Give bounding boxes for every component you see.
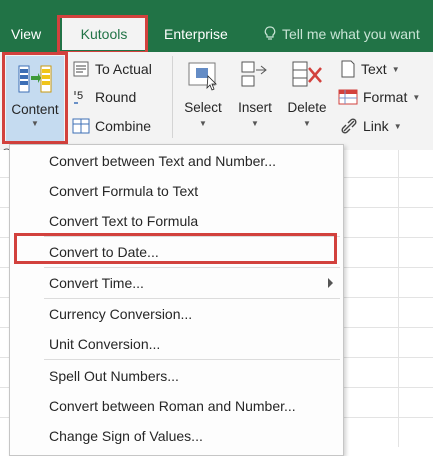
combine-button[interactable]: Combine bbox=[72, 117, 151, 135]
menu-item-convert-text-number[interactable]: Convert between Text and Number... bbox=[10, 146, 343, 176]
tab-enterprise[interactable]: Enterprise bbox=[164, 26, 228, 42]
delete-button[interactable]: Delete ▼ bbox=[284, 58, 330, 128]
tab-view[interactable]: View bbox=[11, 26, 41, 42]
chevron-down-icon: ▼ bbox=[391, 64, 400, 74]
chevron-down-icon: ▼ bbox=[412, 92, 421, 102]
link-button[interactable]: Link ▼ bbox=[340, 117, 402, 135]
select-button[interactable]: Select ▼ bbox=[180, 58, 226, 128]
format-table-icon bbox=[338, 89, 358, 105]
menu-item-spell-out-numbers[interactable]: Spell Out Numbers... bbox=[10, 361, 343, 391]
menu-separator bbox=[44, 359, 340, 360]
lightbulb-icon bbox=[264, 26, 276, 40]
menu-item-convert-time-label: Convert Time... bbox=[49, 275, 144, 291]
text-document-icon bbox=[341, 60, 355, 78]
combine-icon bbox=[72, 118, 90, 134]
tell-me-search[interactable]: Tell me what you want bbox=[264, 26, 420, 42]
chevron-down-icon: ▼ bbox=[251, 119, 259, 128]
grid-column-line bbox=[398, 150, 399, 447]
round-button[interactable]: 5 Round bbox=[72, 88, 136, 106]
menu-item-convert-to-date[interactable]: Convert to Date... bbox=[10, 237, 343, 267]
menu-item-convert-time[interactable]: Convert Time... bbox=[10, 268, 343, 298]
link-label: Link bbox=[363, 118, 389, 134]
insert-icon bbox=[241, 61, 267, 87]
kutools-ribbon: Content ▼ To Actual 5 Round Combine Sele… bbox=[0, 52, 433, 160]
submenu-arrow-icon bbox=[328, 278, 333, 288]
menu-item-formula-to-text[interactable]: Convert Formula to Text bbox=[10, 176, 343, 206]
to-actual-button[interactable]: To Actual bbox=[72, 60, 152, 78]
delete-label: Delete bbox=[287, 100, 327, 115]
delete-icon bbox=[292, 61, 322, 87]
menu-item-text-to-formula[interactable]: Convert Text to Formula bbox=[10, 206, 343, 236]
round-icon: 5 bbox=[74, 90, 83, 104]
content-dropdown-menu: Convert between Text and Number... Conve… bbox=[9, 144, 344, 456]
menu-item-roman-number[interactable]: Convert between Roman and Number... bbox=[10, 391, 343, 421]
select-range-icon bbox=[188, 62, 217, 91]
text-label: Text bbox=[361, 61, 387, 77]
tab-kutools-label: Kutools bbox=[80, 26, 128, 42]
ribbon-tab-bar: View Kutools Enterprise Tell me what you… bbox=[0, 0, 433, 52]
to-actual-icon bbox=[73, 61, 89, 77]
menu-item-currency-conversion[interactable]: Currency Conversion... bbox=[10, 299, 343, 329]
tab-kutools[interactable]: Kutools bbox=[62, 18, 146, 50]
combine-label: Combine bbox=[95, 118, 152, 134]
tell-me-text: Tell me what you want bbox=[282, 26, 420, 42]
ribbon-separator bbox=[172, 56, 173, 138]
insert-button[interactable]: Insert ▼ bbox=[232, 58, 278, 128]
format-label: Format bbox=[363, 89, 408, 105]
format-button[interactable]: Format ▼ bbox=[338, 88, 420, 106]
chevron-down-icon: ▼ bbox=[303, 119, 311, 128]
select-label: Select bbox=[184, 100, 222, 115]
round-label: Round bbox=[95, 89, 137, 105]
chevron-down-icon: ▼ bbox=[393, 121, 402, 131]
link-icon bbox=[341, 118, 357, 134]
svg-text:5: 5 bbox=[77, 90, 83, 102]
menu-item-unit-conversion[interactable]: Unit Conversion... bbox=[10, 329, 343, 359]
insert-label: Insert bbox=[238, 100, 272, 115]
content-button-highlight bbox=[2, 52, 68, 144]
to-actual-label: To Actual bbox=[95, 61, 152, 77]
text-button[interactable]: Text ▼ bbox=[340, 60, 400, 78]
chevron-down-icon: ▼ bbox=[199, 119, 207, 128]
